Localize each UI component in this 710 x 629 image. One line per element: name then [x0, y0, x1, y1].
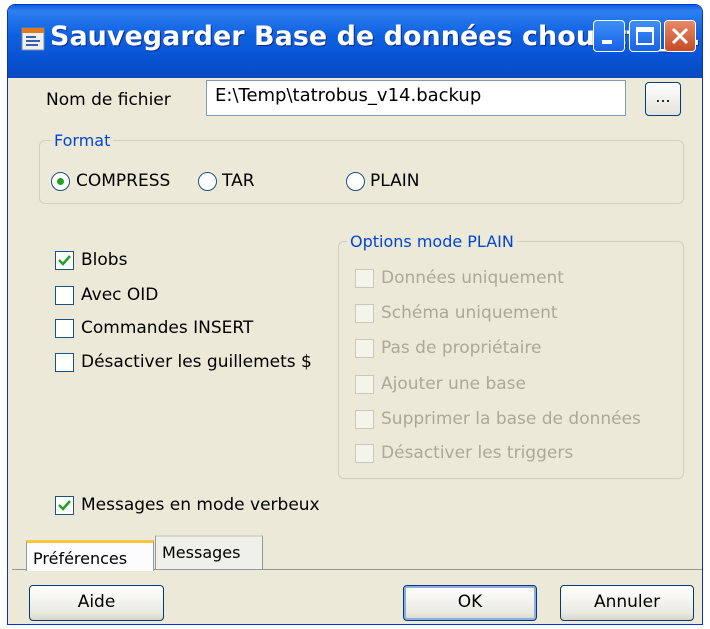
plain-option-drop-db-label: Supprimer la base de données [381, 409, 641, 429]
filename-label: Nom de fichier [46, 90, 171, 110]
verbose-label: Messages en mode verbeux [81, 495, 320, 515]
minimize-button[interactable] [593, 20, 625, 52]
plain-option-data-only-label: Données uniquement [381, 268, 564, 288]
checkmark-icon [58, 500, 71, 511]
dollar-quoting-label: Désactiver les guillemets $ [81, 352, 312, 372]
plain-option-data-only-checkbox[interactable] [355, 269, 374, 288]
ok-button[interactable]: OK [403, 585, 537, 621]
plain-option-schema-only-label: Schéma uniquement [381, 303, 558, 323]
format-label-plain: PLAIN [370, 171, 420, 191]
radio-selected-dot [57, 178, 64, 185]
cancel-button[interactable]: Annuler [560, 585, 694, 621]
help-button[interactable]: Aide [29, 585, 164, 621]
insert-checkbox[interactable] [55, 319, 74, 338]
format-radio-tar[interactable] [198, 172, 217, 191]
verbose-checkbox[interactable] [55, 496, 74, 515]
browse-button[interactable]: ... [645, 82, 681, 116]
plain-option-disable-triggers-checkbox[interactable] [355, 444, 374, 463]
close-button[interactable] [664, 20, 696, 52]
oid-checkbox[interactable] [55, 286, 74, 305]
blobs-checkbox[interactable] [55, 251, 74, 270]
plain-option-drop-db-checkbox[interactable] [355, 410, 374, 429]
minimize-icon [602, 40, 612, 44]
format-radio-compress[interactable] [51, 172, 70, 191]
blobs-label: Blobs [81, 250, 128, 270]
plain-option-create-db-label: Ajouter une base [381, 374, 526, 394]
oid-label: Avec OID [81, 285, 159, 305]
maximize-button[interactable] [629, 20, 661, 52]
plain-options-legend: Options mode PLAIN [347, 232, 517, 251]
close-icon [671, 27, 689, 45]
filename-input[interactable]: E:\Temp\tatrobus_v14.backup [206, 80, 626, 116]
format-radio-plain[interactable] [346, 172, 365, 191]
plain-option-no-owner-label: Pas de propriétaire [381, 338, 542, 358]
plain-option-no-owner-checkbox[interactable] [355, 339, 374, 358]
checkmark-icon [58, 255, 71, 266]
plain-option-create-db-checkbox[interactable] [355, 375, 374, 394]
plain-option-disable-triggers-label: Désactiver les triggers [381, 443, 574, 463]
format-label-tar: TAR [222, 171, 255, 191]
format-label-compress: COMPRESS [76, 171, 171, 191]
plain-option-schema-only-checkbox[interactable] [355, 304, 374, 323]
app-icon [21, 27, 45, 51]
insert-label: Commandes INSERT [81, 318, 254, 338]
tab-preferences[interactable]: Préférences [26, 540, 154, 571]
tab-messages[interactable]: Messages [155, 535, 263, 569]
dollar-quoting-checkbox[interactable] [55, 353, 74, 372]
maximize-icon [636, 27, 654, 45]
title-bar[interactable]: Sauvegarder Base de données chouette_p..… [8, 5, 702, 78]
format-legend: Format [51, 131, 114, 150]
